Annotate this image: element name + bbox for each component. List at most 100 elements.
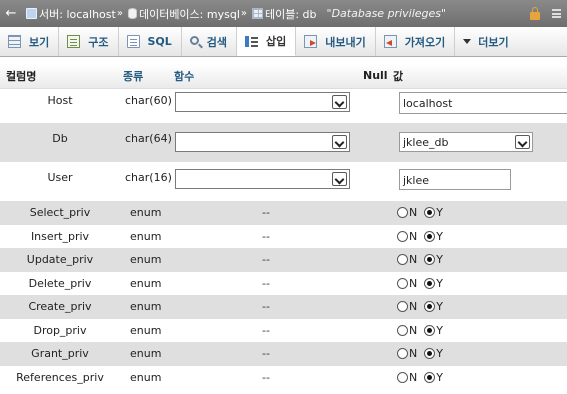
chevron-down-icon[interactable] [515,135,530,149]
value-select-label: jklee_db [403,136,449,149]
radio-n-label[interactable]: N [409,206,417,219]
tab-label: 삽입 [266,35,287,48]
breadcrumb-table[interactable]: 테이블: db [248,6,317,22]
tab-label: 보기 [29,35,50,49]
table-row: Update_priv enum -- N Y [0,248,567,272]
header-column: 컬럼명 [0,64,120,89]
radio-n-label[interactable]: N [409,230,417,243]
enum-radio-group: N Y [393,206,567,219]
function-cell [171,162,361,201]
breadcrumb-server-label[interactable]: 서버: localhost [39,6,116,22]
radio-y-label[interactable]: Y [436,300,443,313]
table-row: Db char(64) jklee_db [0,123,567,162]
tab-search[interactable]: 검색 [182,27,238,56]
table-row: Host char(60) localhost [0,88,567,123]
radio-n[interactable] [397,230,408,242]
table-row: Create_priv enum -- N Y [0,295,567,319]
radio-n[interactable] [397,254,408,266]
column-name: Grant_priv [0,342,120,366]
function-select[interactable] [175,169,350,189]
tab-import[interactable]: 가져오기 [376,27,456,56]
null-cell [361,248,393,272]
radio-y[interactable] [424,230,436,242]
null-cell [361,201,393,225]
radio-n[interactable] [397,371,408,383]
radio-n-label[interactable]: N [409,347,417,360]
table-row: Drop_priv enum -- N Y [0,318,567,342]
radio-y[interactable] [424,254,436,266]
back-arrow-icon[interactable]: ← [0,6,22,21]
tab-more[interactable]: 더보기 [455,27,517,56]
tab-bar: 보기 구조 SQL 검색 삽입 내보내기 가져오기 더보기 [0,27,567,57]
radio-y[interactable] [424,277,436,289]
radio-y[interactable] [424,324,436,336]
lock-icon[interactable] [530,6,540,20]
insert-icon [245,35,259,48]
radio-y-label[interactable]: Y [436,371,443,384]
tab-label: 가져오기 [404,35,446,49]
table-row: References_priv enum -- N Y [0,365,567,389]
radio-n[interactable] [397,207,408,219]
radio-n[interactable] [397,277,408,289]
chevron-down-icon[interactable] [332,94,347,109]
tab-insert[interactable]: 삽입 [237,27,297,56]
radio-y-label[interactable]: Y [436,347,443,360]
value-select[interactable]: jklee_db [399,132,533,152]
column-name: Update_priv [0,248,120,272]
radio-y-label[interactable]: Y [436,253,443,266]
radio-y[interactable] [424,371,436,383]
radio-y-label[interactable]: Y [436,277,443,290]
radio-n-label[interactable]: N [409,324,417,337]
insert-form-table: 컬럼명 종류 함수 Null 값 Host char(60) localhost… [0,64,567,389]
table-row: Select_priv enum -- N Y [0,201,567,225]
value-input[interactable]: localhost [399,91,567,114]
function-cell [171,88,361,123]
function-placeholder: -- [171,318,361,342]
radio-y-label[interactable]: Y [436,324,443,337]
radio-n-label[interactable]: N [409,371,417,384]
tab-structure[interactable]: 구조 [59,27,119,56]
chevron-down-icon[interactable] [332,135,347,149]
null-cell [361,162,393,201]
radio-y[interactable] [424,301,436,313]
column-type: enum [120,248,171,272]
column-name: Db [0,123,120,162]
value-cell: jklee [393,162,567,201]
column-type: char(64) [120,123,172,162]
radio-n-label[interactable]: N [409,277,417,290]
value-input[interactable]: jklee [399,169,511,190]
value-cell: N Y [393,365,567,389]
table-row: User char(16) jklee [0,162,567,201]
breadcrumb-database-label[interactable]: 데이터베이스: mysql [139,6,240,22]
menu-grip-icon[interactable] [552,9,561,18]
radio-n[interactable] [397,348,408,360]
function-select[interactable] [175,91,350,112]
column-name: Select_priv [0,201,120,225]
header-function[interactable]: 함수 [171,64,361,89]
null-cell [361,271,393,295]
function-select[interactable] [175,132,350,152]
radio-y-label[interactable]: Y [436,230,443,243]
breadcrumb-table-label[interactable]: 테이블: db [265,6,317,22]
column-name: User [0,162,120,201]
enum-radio-group: N Y [393,230,567,243]
tab-label: 검색 [206,35,228,49]
breadcrumb-database[interactable]: 데이터베이스: mysql [124,6,240,22]
radio-n-label[interactable]: N [409,300,417,313]
header-type[interactable]: 종류 [120,64,171,89]
radio-y[interactable] [424,348,436,360]
breadcrumb-server[interactable]: 서버: localhost [22,6,116,22]
column-name: References_priv [0,365,120,389]
tab-sql[interactable]: SQL [119,27,182,56]
radio-n[interactable] [397,301,408,313]
radio-n-label[interactable]: N [409,253,417,266]
radio-y-label[interactable]: Y [436,206,443,219]
breadcrumb: ← 서버: localhost » 데이터베이스: mysql » 테이블: d… [0,0,567,27]
chevron-down-icon[interactable] [332,172,347,186]
null-cell [361,88,393,123]
tab-export[interactable]: 내보내기 [296,27,376,56]
radio-y[interactable] [424,207,436,219]
radio-n[interactable] [397,324,408,336]
null-cell [361,123,393,162]
tab-browse[interactable]: 보기 [0,27,60,56]
